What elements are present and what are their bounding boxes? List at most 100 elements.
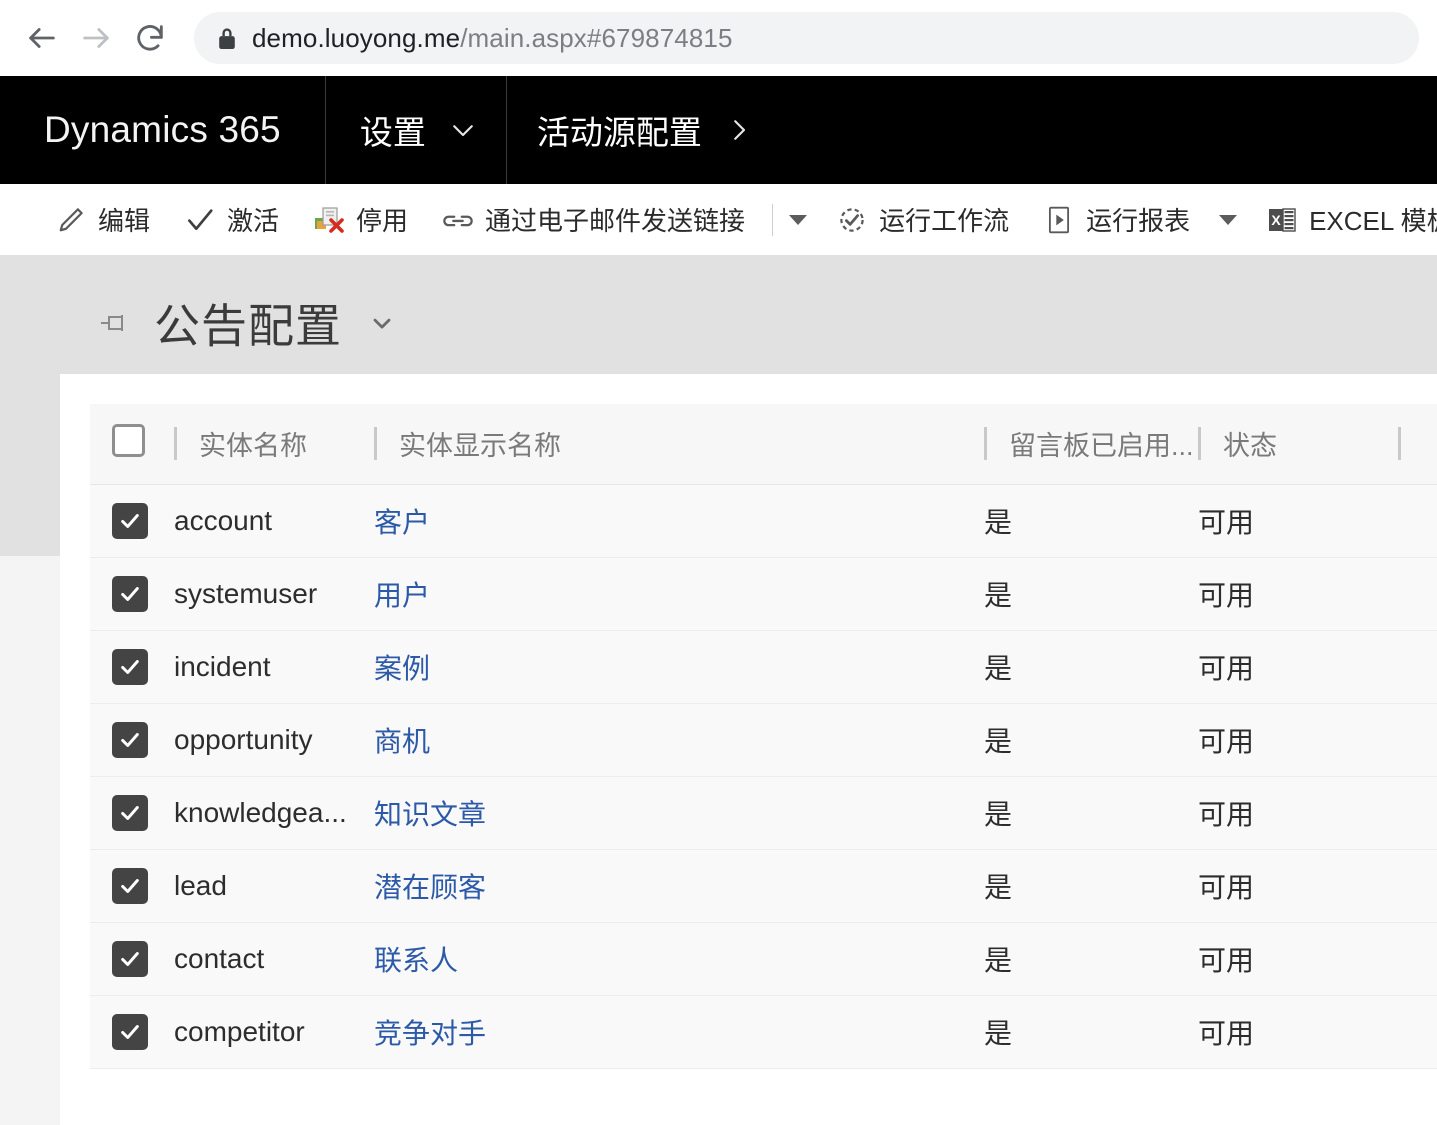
cell-state: 可用 xyxy=(1198,556,1398,631)
row-select-cell[interactable] xyxy=(90,775,174,850)
cell-entity-display-name[interactable]: 客户 xyxy=(374,483,984,558)
address-bar[interactable]: demo.luoyong.me/main.aspx#679874815 xyxy=(194,12,1419,64)
command-run-workflow[interactable]: 运行工作流 xyxy=(819,194,1026,246)
app-top-navigation: Dynamics 365 设置 活动源配置 xyxy=(0,76,1437,184)
command-ribbon: 编辑 激活 停用 通过电子邮件发送链接 运行工作流 运行报表 X EXCEL 模 xyxy=(0,184,1437,256)
url-path: /main.aspx#679874815 xyxy=(460,22,733,53)
row-checkbox[interactable] xyxy=(112,940,148,977)
command-email-link-label: 通过电子邮件发送链接 xyxy=(485,206,746,236)
page-title-row: 公告配置 xyxy=(96,290,396,356)
cell-tail xyxy=(1398,483,1437,558)
column-divider xyxy=(1198,427,1201,461)
page-title: 公告配置 xyxy=(154,300,342,352)
nav-area-settings[interactable]: 设置 xyxy=(326,76,507,184)
table-row[interactable]: contact 联系人 是 可用 xyxy=(90,921,1437,996)
cell-state-text: 可用 xyxy=(1198,579,1255,611)
nav-area-label: 设置 xyxy=(359,114,426,151)
cell-tail xyxy=(1398,629,1437,704)
row-checkbox[interactable] xyxy=(112,867,148,904)
entity-display-name-link[interactable]: 竞争对手 xyxy=(374,1018,486,1049)
table-row[interactable]: knowledgea... 知识文章 是 可用 xyxy=(90,775,1437,850)
cell-board-enabled: 是 xyxy=(984,848,1198,923)
pin-icon[interactable] xyxy=(96,309,132,337)
checkmark-icon xyxy=(184,204,216,236)
cell-board-enabled: 是 xyxy=(984,702,1198,777)
row-checkbox[interactable] xyxy=(112,721,148,758)
column-header-entity-display-name[interactable]: 实体显示名称 xyxy=(374,404,984,485)
select-all-checkbox[interactable] xyxy=(112,423,145,457)
nav-entity-activity-feed-config[interactable]: 活动源配置 xyxy=(507,76,780,184)
page-body: 公告配置 实体名称 实体显示名称 留言板已启用... 状态 account 客户… xyxy=(0,256,1437,1125)
cell-state: 可用 xyxy=(1198,775,1398,850)
cell-entity-display-name[interactable]: 知识文章 xyxy=(374,775,984,850)
row-select-cell[interactable] xyxy=(90,921,174,996)
entity-display-name-link[interactable]: 商机 xyxy=(374,726,430,757)
row-checkbox[interactable] xyxy=(112,502,148,539)
table-row[interactable]: competitor 竞争对手 是 可用 xyxy=(90,994,1437,1069)
entity-display-name-link[interactable]: 联系人 xyxy=(374,945,458,976)
reload-button[interactable] xyxy=(126,14,174,62)
cell-board-enabled-text: 是 xyxy=(984,579,1013,611)
column-divider xyxy=(1398,427,1401,461)
entity-display-name-link[interactable]: 客户 xyxy=(374,507,430,538)
cell-state: 可用 xyxy=(1198,921,1398,996)
email-link-dropdown-caret[interactable] xyxy=(789,214,808,225)
app-brand-dynamics365[interactable]: Dynamics 365 xyxy=(0,76,326,184)
table-row[interactable]: account 客户 是 可用 xyxy=(90,483,1437,558)
cell-entity-display-name[interactable]: 商机 xyxy=(374,702,984,777)
cell-entity-display-name[interactable]: 案例 xyxy=(374,629,984,704)
row-select-cell[interactable] xyxy=(90,994,174,1069)
chevron-right-icon xyxy=(724,115,754,145)
cell-entity-display-name[interactable]: 用户 xyxy=(374,556,984,631)
cell-entity-display-name[interactable]: 联系人 xyxy=(374,921,984,996)
table-row[interactable]: opportunity 商机 是 可用 xyxy=(90,702,1437,777)
command-email-link[interactable]: 通过电子邮件发送链接 xyxy=(425,194,762,246)
table-row[interactable]: incident 案例 是 可用 xyxy=(90,629,1437,704)
cell-board-enabled-text: 是 xyxy=(984,798,1013,830)
command-activate-label: 激活 xyxy=(227,206,280,236)
page-left-gutter xyxy=(0,256,60,556)
row-select-cell[interactable] xyxy=(90,848,174,923)
entity-display-name-link[interactable]: 案例 xyxy=(374,653,430,684)
back-button[interactable] xyxy=(18,14,66,62)
command-excel-template-label: EXCEL 模板 xyxy=(1309,206,1437,236)
select-all-header[interactable] xyxy=(90,404,174,485)
column-header-entity-name[interactable]: 实体名称 xyxy=(174,404,374,485)
run-report-dropdown-caret[interactable] xyxy=(1219,214,1238,225)
column-header-board-enabled[interactable]: 留言板已启用... xyxy=(984,404,1198,485)
cell-entity-display-name[interactable]: 竞争对手 xyxy=(374,994,984,1069)
cell-board-enabled: 是 xyxy=(984,775,1198,850)
entity-display-name-link[interactable]: 知识文章 xyxy=(374,799,486,830)
column-header-tail xyxy=(1398,404,1437,485)
cell-entity-name: lead xyxy=(174,848,374,923)
row-checkbox[interactable] xyxy=(112,794,148,831)
row-select-cell[interactable] xyxy=(90,483,174,558)
table-row[interactable]: systemuser 用户 是 可用 xyxy=(90,556,1437,631)
cell-entity-name: competitor xyxy=(174,994,374,1069)
reload-icon xyxy=(133,21,167,55)
table-row[interactable]: lead 潜在顾客 是 可用 xyxy=(90,848,1437,923)
row-checkbox[interactable] xyxy=(112,1013,148,1050)
forward-button[interactable] xyxy=(72,14,120,62)
row-checkbox[interactable] xyxy=(112,575,148,612)
chevron-down-icon[interactable] xyxy=(368,309,396,337)
browser-toolbar: demo.luoyong.me/main.aspx#679874815 xyxy=(0,0,1437,76)
row-checkbox[interactable] xyxy=(112,648,148,685)
cell-board-enabled-text: 是 xyxy=(984,506,1013,538)
row-select-cell[interactable] xyxy=(90,629,174,704)
row-select-cell[interactable] xyxy=(90,702,174,777)
entity-display-name-link[interactable]: 用户 xyxy=(374,580,430,611)
command-activate[interactable]: 激活 xyxy=(167,194,296,246)
cell-entity-display-name[interactable]: 潜在顾客 xyxy=(374,848,984,923)
row-select-cell[interactable] xyxy=(90,556,174,631)
entity-display-name-link[interactable]: 潜在顾客 xyxy=(374,872,486,903)
cell-state-text: 可用 xyxy=(1198,871,1255,903)
column-divider xyxy=(984,427,987,461)
address-bar-url: demo.luoyong.me/main.aspx#679874815 xyxy=(252,23,733,54)
cell-board-enabled-text: 是 xyxy=(984,652,1013,684)
column-header-state[interactable]: 状态 xyxy=(1198,404,1398,485)
command-run-report[interactable]: 运行报表 xyxy=(1026,194,1207,246)
command-excel-template[interactable]: X EXCEL 模板 xyxy=(1249,194,1437,246)
command-deactivate[interactable]: 停用 xyxy=(296,194,425,246)
command-edit[interactable]: 编辑 xyxy=(38,194,167,246)
